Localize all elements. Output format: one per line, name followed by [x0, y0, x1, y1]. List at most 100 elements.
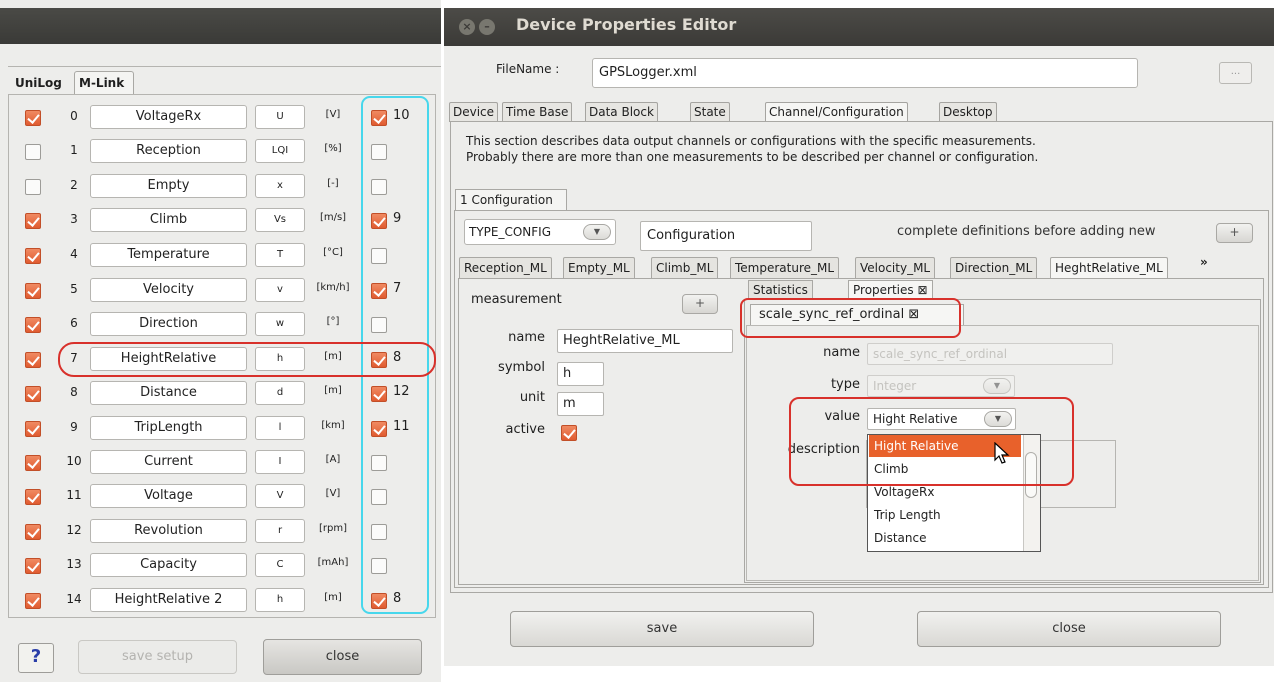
window-title: Device Properties Editor	[516, 15, 737, 34]
measurement-symbol-field[interactable]: V	[255, 484, 305, 508]
chevron-down-icon[interactable]: ▼	[583, 224, 611, 240]
tab-state[interactable]: State	[690, 102, 730, 122]
tab-properties[interactable]: Properties ⊠	[848, 280, 933, 300]
close-tab-icon[interactable]: ⊠	[917, 283, 927, 297]
pointer-question-icon: ?	[30, 646, 42, 667]
save-button[interactable]: save	[510, 611, 814, 647]
add-configuration-button[interactable]: +	[1216, 223, 1253, 243]
measurement-unit: [rpm]	[318, 523, 347, 534]
measurement-name-field[interactable]: Current	[90, 450, 247, 474]
row-number: 5	[70, 282, 78, 296]
close-button[interactable]: close	[917, 611, 1221, 647]
measurement-name-field[interactable]: Climb	[90, 208, 247, 232]
measurement-name-field[interactable]: Revolution	[90, 519, 247, 543]
measurement-name-field[interactable]: Voltage	[90, 484, 247, 508]
measurement-name-input[interactable]: HeghtRelative_ML	[557, 329, 733, 353]
tab-mlink[interactable]: M-Link	[74, 71, 134, 95]
tab-empty-ml[interactable]: Empty_ML	[563, 257, 635, 279]
measurement-symbol-field[interactable]: w	[255, 312, 305, 336]
section-description: This section describes data output chann…	[466, 134, 1036, 148]
tab-heghtrelative-ml[interactable]: HeghtRelative_ML	[1050, 257, 1168, 279]
row-number: 1	[70, 143, 78, 157]
active-checkbox[interactable]	[25, 455, 41, 471]
measurement-symbol-field[interactable]: C	[255, 553, 305, 577]
row-number: 6	[70, 316, 78, 330]
close-window-icon[interactable]: ×	[459, 19, 475, 35]
tab-channel-configuration[interactable]: Channel/Configuration	[765, 102, 908, 122]
measurement-symbol-field[interactable]: l	[255, 416, 305, 440]
row-number: 10	[66, 454, 82, 468]
filename-label: FileName :	[496, 62, 560, 76]
tab-reception-ml[interactable]: Reception_ML	[459, 257, 552, 279]
dropdown-option-distance[interactable]: Distance	[869, 527, 1021, 549]
measurement-name-field[interactable]: TripLength	[90, 416, 247, 440]
active-checkbox[interactable]	[25, 213, 41, 229]
add-measurement-button[interactable]: +	[682, 294, 718, 314]
measurement-symbol-field[interactable]: x	[255, 174, 305, 198]
measurement-name-field[interactable]: Capacity	[90, 553, 247, 577]
active-checkbox[interactable]	[25, 593, 41, 609]
active-checkbox[interactable]	[25, 386, 41, 402]
tab-time-base[interactable]: Time Base	[502, 102, 573, 122]
tab-statistics[interactable]: Statistics	[748, 280, 813, 300]
browse-button[interactable]: ...	[1219, 62, 1252, 84]
active-checkbox[interactable]	[25, 352, 41, 368]
tab-climb-ml[interactable]: Climb_ML	[651, 257, 719, 279]
tab-temperature-ml[interactable]: Temperature_ML	[730, 257, 840, 279]
measurement-name-field[interactable]: Direction	[90, 312, 247, 336]
tab-direction-ml[interactable]: Direction_ML	[950, 257, 1038, 279]
measurement-symbol-field[interactable]: h	[255, 588, 305, 612]
active-checkbox[interactable]	[25, 179, 41, 195]
measurement-unit-input[interactable]: m	[557, 392, 604, 416]
tab-velocity-ml[interactable]: Velocity_ML	[855, 257, 936, 279]
active-checkbox[interactable]	[25, 524, 41, 540]
left-window-titlebar[interactable]	[0, 8, 441, 44]
measurement-symbol-field[interactable]: Vs	[255, 208, 305, 232]
property-tab-highlight-box	[740, 298, 961, 338]
active-checkbox[interactable]	[25, 558, 41, 574]
measurement-symbol-field[interactable]: d	[255, 381, 305, 405]
measurement-symbol-field[interactable]: T	[255, 243, 305, 267]
measurement-unit: [%]	[324, 143, 342, 154]
active-checkbox[interactable]	[25, 317, 41, 333]
measurement-symbol-field[interactable]: v	[255, 278, 305, 302]
measurement-name-field[interactable]: VoltageRx	[90, 105, 247, 129]
tab-desktop[interactable]: Desktop	[939, 102, 997, 122]
active-checkbox[interactable]	[25, 283, 41, 299]
measurement-name-field[interactable]: Distance	[90, 381, 247, 405]
measurement-symbol-field[interactable]: U	[255, 105, 305, 129]
tab-configuration[interactable]: 1 Configuration	[455, 189, 567, 211]
configuration-name-input[interactable]: Configuration	[640, 221, 812, 251]
save-setup-button[interactable]: save setup	[78, 640, 237, 674]
measurement-symbol-field[interactable]: LQI	[255, 139, 305, 163]
more-tabs-icon[interactable]: »	[1200, 255, 1208, 269]
measurement-name-field[interactable]: Reception	[90, 139, 247, 163]
filename-input[interactable]: GPSLogger.xml	[592, 58, 1138, 88]
active-checkbox[interactable]	[25, 421, 41, 437]
tab-unilog[interactable]: UniLog	[10, 71, 68, 95]
row-highlight-oval	[58, 342, 436, 377]
tab-device[interactable]: Device	[449, 102, 499, 122]
measurement-unit: [m]	[324, 385, 342, 396]
active-checkbox[interactable]	[25, 489, 41, 505]
active-checkbox[interactable]	[561, 425, 577, 441]
measurement-symbol-field[interactable]: r	[255, 519, 305, 543]
tab-data-block[interactable]: Data Block	[585, 102, 658, 122]
measurement-name-field[interactable]: Velocity	[90, 278, 247, 302]
help-button[interactable]: ?	[18, 643, 54, 673]
unit-label: unit	[519, 390, 545, 405]
measurement-name-field[interactable]: HeightRelative 2	[90, 588, 247, 612]
measurement-unit: [°C]	[323, 247, 343, 258]
row-number: 8	[70, 385, 78, 399]
measurement-name-field[interactable]: Temperature	[90, 243, 247, 267]
measurement-symbol-field[interactable]: I	[255, 450, 305, 474]
close-setup-button[interactable]: close	[263, 639, 422, 675]
active-checkbox[interactable]	[25, 144, 41, 160]
active-checkbox[interactable]	[25, 248, 41, 264]
row-number: 14	[66, 592, 82, 606]
active-checkbox[interactable]	[25, 110, 41, 126]
measurement-symbol-input[interactable]: h	[557, 362, 604, 386]
dropdown-option-trip-length[interactable]: Trip Length	[869, 504, 1021, 526]
measurement-name-field[interactable]: Empty	[90, 174, 247, 198]
minimize-window-icon[interactable]: –	[479, 19, 495, 35]
